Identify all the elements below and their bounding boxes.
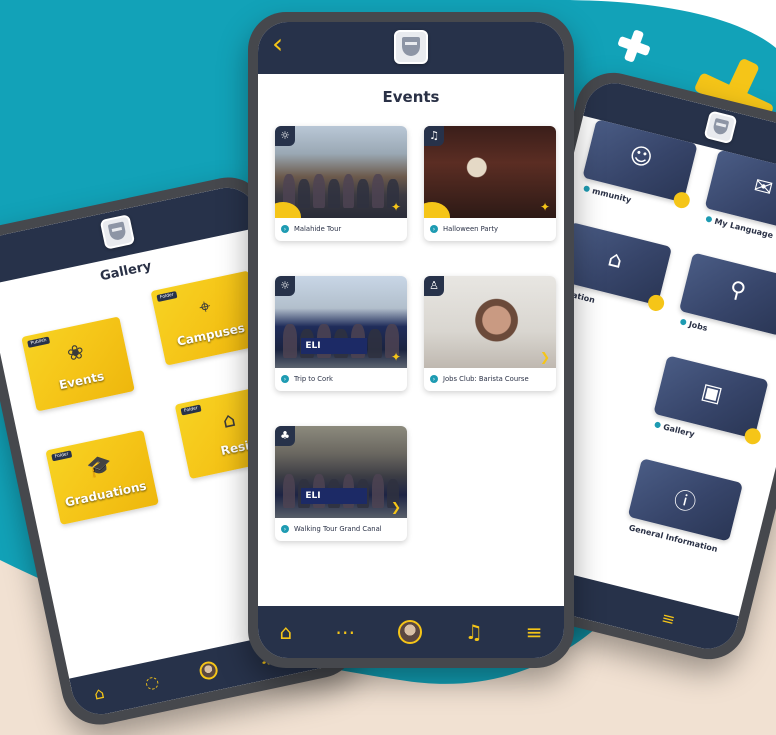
folder-graduations[interactable]: Folder 🎓 Graduations	[45, 429, 159, 526]
event-caption: › Malahide Tour	[275, 218, 407, 241]
event-photo: ♫ ✦	[424, 126, 556, 218]
info-icon: ⓘ	[671, 487, 699, 518]
eli-banner: ELI	[301, 338, 368, 354]
sparkle-icon: ❯	[539, 350, 550, 364]
chat-icon[interactable]: ⋯	[335, 622, 355, 642]
tile-label: General Information	[627, 523, 719, 554]
tile-general-information[interactable]: ⓘ General Information	[627, 458, 744, 554]
chevron-right-icon: ›	[430, 375, 438, 383]
chat-icon[interactable]: ◌	[143, 671, 161, 692]
event-photo: ELI ♣ ❯	[275, 426, 407, 518]
white-cross-decoration	[614, 26, 654, 70]
tile-gallery[interactable]: ▣ Gallery	[653, 355, 769, 446]
yellow-blob-decoration	[424, 202, 450, 218]
bottom-nav: ⌂ ⋯ ♫ ≡	[258, 606, 564, 658]
tile-label: My Language Group	[705, 215, 776, 247]
sun-icon: ☼	[275, 126, 295, 146]
event-title: Malahide Tour	[294, 225, 342, 233]
chevron-right-icon: ›	[281, 525, 289, 533]
music-note-icon: ♫	[424, 126, 444, 146]
page-title: Events	[382, 88, 440, 106]
profile-avatar[interactable]	[198, 659, 220, 682]
events-topbar: ‹	[258, 22, 564, 74]
event-caption: › Walking Tour Grand Canal	[275, 518, 407, 541]
event-card-trip-to-cork[interactable]: ELI ☼ ✦ › Trip to Cork	[275, 276, 407, 391]
home-icon[interactable]: ⌂	[92, 683, 106, 704]
sun-decoration	[646, 293, 666, 313]
menu-icon[interactable]: ≡	[659, 608, 677, 630]
events-phone: ‹ Events ☼ ✦ › Malahide Tour ♫ ✦ › Hallo…	[248, 12, 574, 668]
people-icon: ☺	[626, 142, 656, 173]
event-caption: › Halloween Party	[424, 218, 556, 241]
home-icon[interactable]: ⌂	[279, 622, 292, 642]
sparkle-icon: ✦	[390, 350, 401, 364]
chevron-left-icon[interactable]: ‹	[272, 30, 283, 58]
sun-decoration	[743, 426, 763, 446]
chevron-right-icon: ›	[430, 225, 438, 233]
folder-events[interactable]: Publish ❀ Events	[21, 316, 135, 412]
event-caption: › Trip to Cork	[275, 368, 407, 391]
school-crest-logo	[394, 30, 428, 64]
magnifier-icon: ⚲	[726, 276, 749, 305]
sparkle-icon: ✦	[539, 200, 550, 214]
eli-banner: ELI	[301, 488, 368, 504]
event-photo: ☼ ✦	[275, 126, 407, 218]
school-crest-logo	[703, 110, 738, 145]
tile-jobs[interactable]: ⚲ Jobs	[678, 252, 776, 336]
event-title: Trip to Cork	[294, 375, 333, 383]
event-title: Jobs Club: Barista Course	[443, 375, 529, 383]
tree-icon: ♣	[275, 426, 295, 446]
chevron-right-icon: ›	[281, 375, 289, 383]
tile-label: mmunity	[583, 184, 632, 205]
school-crest-logo	[99, 214, 136, 250]
menu-icon[interactable]: ≡	[526, 622, 543, 642]
sun-decoration	[672, 190, 692, 210]
events-screen: ‹ Events ☼ ✦ › Malahide Tour ♫ ✦ › Hallo…	[258, 22, 564, 658]
event-caption: › Jobs Club: Barista Course	[424, 368, 556, 391]
chat-bubbles-icon: ✉	[751, 173, 776, 203]
event-title: Walking Tour Grand Canal	[294, 525, 382, 533]
event-photo: ♙ ❯	[424, 276, 556, 368]
event-card-jobs-club-barista[interactable]: ♙ ❯ › Jobs Club: Barista Course	[424, 276, 556, 391]
sun-icon: ☼	[275, 276, 295, 296]
tile-label: Jobs	[679, 317, 708, 333]
profile-avatar[interactable]	[397, 620, 422, 644]
event-photo: ELI ☼ ✦	[275, 276, 407, 368]
house-icon: ⌂	[605, 246, 626, 275]
bell-icon[interactable]: ♫	[465, 622, 483, 642]
tile-language-group[interactable]: ✉ My Language Group	[704, 149, 776, 247]
group-photo-people	[283, 174, 399, 208]
badge-icon: ♙	[424, 276, 444, 296]
event-card-walking-tour-grand-canal[interactable]: ELI ♣ ❯ › Walking Tour Grand Canal	[275, 426, 407, 541]
sparkle-icon: ✦	[390, 200, 401, 214]
tile-label: Gallery	[654, 420, 696, 439]
chevron-left-icon[interactable]: ‹	[0, 242, 3, 268]
event-title: Halloween Party	[443, 225, 499, 233]
chevron-right-icon: ›	[281, 225, 289, 233]
sparkle-icon: ❯	[390, 500, 401, 514]
event-card-halloween-party[interactable]: ♫ ✦ › Halloween Party	[424, 126, 556, 241]
event-card-malahide-tour[interactable]: ☼ ✦ › Malahide Tour	[275, 126, 407, 241]
images-icon: ▣	[698, 378, 725, 409]
